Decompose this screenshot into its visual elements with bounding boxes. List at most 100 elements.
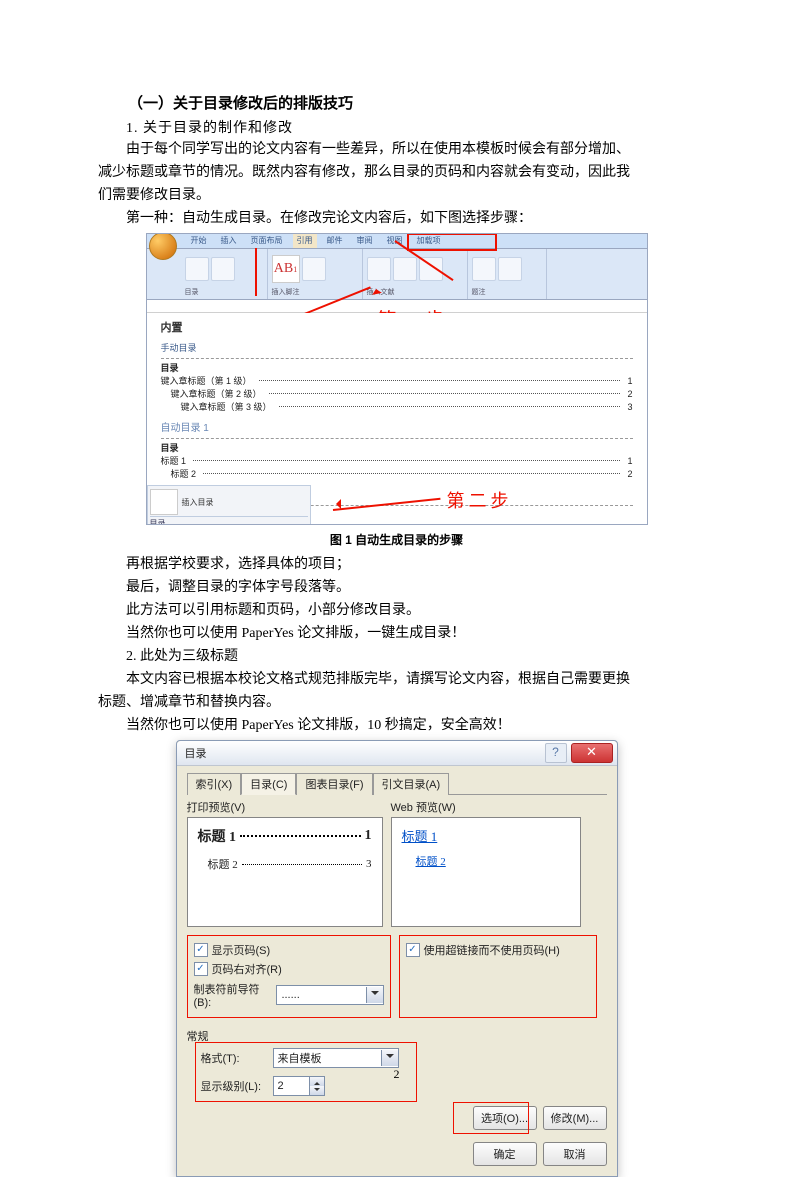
checkbox-label: 显示页码(S): [212, 942, 271, 958]
red-annotation-line: [255, 248, 257, 296]
tab-leader-combo[interactable]: ......: [276, 985, 383, 1005]
red-highlight-box: ✓ 显示页码(S) ✓ 页码右对齐(R) 制表符前导符(B): ......: [187, 935, 391, 1018]
ribbon: 目录 AB1 插入脚注 插入文献: [147, 249, 647, 300]
dialog-tabs: 索引(X) 目录(C) 图表目录(F) 引文目录(A): [187, 772, 607, 795]
ribbon-group-label: 目录: [185, 287, 263, 297]
ribbon-button: [211, 257, 235, 281]
sub-heading-1: 1. 关于目录的制作和修改: [98, 117, 695, 137]
toc-page: 3: [627, 402, 632, 412]
tab-index[interactable]: 索引(X): [187, 773, 242, 795]
paragraph-line: 再根据学校要求，选择具体的项目；: [98, 554, 695, 575]
format-label: 格式(T):: [201, 1050, 267, 1066]
toc-dropdown-icon: [185, 257, 209, 281]
paragraph-line: 此方法可以引用标题和页码，小部分修改目录。: [98, 600, 695, 621]
checkbox-hyperlinks[interactable]: ✓: [406, 943, 420, 957]
tab-figures[interactable]: 图表目录(F): [296, 773, 372, 795]
paragraph-line: 标题、增减章节和替换内容。: [98, 692, 695, 713]
toc-row: 键入章标题（第 2 级）: [171, 387, 262, 400]
tab: 视图: [383, 234, 407, 248]
office-button-icon: [149, 233, 177, 260]
chevron-down-icon: [366, 987, 383, 1003]
toc-preset-label: 手动目录: [161, 341, 633, 354]
dialog-title: 目录: [185, 745, 207, 761]
print-preview-box: 标题 1 1 标题 2 3: [187, 817, 383, 927]
modify-button[interactable]: 修改(M)...: [543, 1106, 607, 1130]
tab: 插入: [217, 234, 241, 248]
toc-preview-title: 目录: [161, 441, 633, 454]
format-combo[interactable]: 来自模板: [273, 1048, 399, 1068]
ribbon-group-label: 题注: [472, 287, 542, 297]
web-preview-heading-2: 标题 2: [416, 853, 570, 869]
options-button[interactable]: 选项(O)...: [473, 1106, 537, 1130]
combo-value: 来自模板: [278, 1050, 322, 1066]
cancel-button[interactable]: 取消: [543, 1142, 607, 1166]
tab-citations[interactable]: 引文目录(A): [373, 773, 450, 795]
tab-leader-label: 制表符前导符(B):: [194, 981, 271, 1009]
preview-heading-2: 标题 2: [208, 856, 238, 872]
checkbox-show-page[interactable]: ✓: [194, 943, 208, 957]
checkbox-label: 页码右对齐(R): [212, 961, 282, 977]
page: （一）关于目录修改后的排版技巧 1. 关于目录的制作和修改 由于每个同学写出的论…: [0, 0, 793, 1122]
paragraph-line: 当然你也可以使用 PaperYes 论文排版，一键生成目录！: [98, 623, 695, 644]
paragraph-line: 当然你也可以使用 PaperYes 论文排版，10 秒搞定，安全高效！: [98, 715, 695, 736]
toc-page: 2: [627, 389, 632, 399]
ribbon-button: [419, 257, 443, 281]
paragraph-line: 由于每个同学写出的论文内容有一些差异，所以在使用本模板时候会有部分增加、: [98, 139, 695, 160]
checkbox-label: 使用超链接而不使用页码(H): [424, 942, 560, 958]
section-heading: （一）关于目录修改后的排版技巧: [98, 92, 695, 113]
paragraph-line: 们需要修改目录。: [98, 185, 695, 206]
spin-down-icon[interactable]: [310, 1086, 324, 1095]
ribbon-tabs: 开始 插入 页面布局 引用 邮件 审阅 视图 加载项: [147, 234, 647, 249]
ribbon-button: [302, 257, 326, 281]
general-label: 常规: [187, 1028, 607, 1044]
web-preview-heading-1: 标题 1: [402, 826, 570, 845]
print-preview-label: 打印预览(V): [187, 799, 383, 815]
dialog-titlebar: 目录 ? ✕: [177, 741, 617, 766]
paragraph-line: 减少标题或章节的情况。既然内容有修改，那么目录的页码和内容就会有变动，因此我: [98, 162, 695, 183]
toc-preview: 目录 键入章标题（第 1 级） 1 键入章标题（第 2 级） 2 键入章标题（第 3…: [161, 358, 633, 413]
paragraph-line: 最后，调整目录的字体字号段落等。: [98, 577, 695, 598]
panel-footer-label: 目录: [150, 516, 308, 525]
tab-active: 引用: [293, 234, 317, 248]
tab: 页面布局: [247, 234, 287, 248]
page-number: 2: [0, 1067, 793, 1082]
red-highlight-box: [407, 233, 497, 251]
toc-page: 1: [627, 456, 632, 466]
web-preview-box: 标题 1 标题 2: [391, 817, 581, 927]
toc-row: 标题 2: [171, 467, 197, 480]
footnote-icon: AB1: [272, 255, 300, 283]
toc-row: 键入章标题（第 1 级）: [161, 374, 252, 387]
toc-preview-title: 目录: [161, 361, 633, 374]
insert-toc-label: 插入目录: [182, 497, 214, 508]
tab: 邮件: [323, 234, 347, 248]
combo-value: ......: [281, 989, 299, 1001]
help-icon[interactable]: ?: [545, 743, 567, 763]
chevron-down-icon: [381, 1050, 398, 1066]
tab-toc[interactable]: 目录(C): [241, 773, 296, 795]
preview-page: 1: [365, 828, 372, 844]
toc-gallery: 内置 手动目录 目录 键入章标题（第 1 级） 1 键入章标题（第 2 级） 2 键…: [147, 313, 647, 525]
web-preview-label: Web 预览(W): [391, 799, 581, 815]
checkbox-right-align[interactable]: ✓: [194, 962, 208, 976]
toc-dialog: 目录 ? ✕ 索引(X) 目录(C) 图表目录(F) 引文目录(A) 打印预览(…: [176, 740, 618, 1177]
ribbon-group-label: 插入脚注: [272, 287, 358, 297]
toc-preset-label: 自动目录 1: [161, 419, 633, 434]
preview-page: 3: [366, 858, 372, 870]
toc-preview: 目录 标题 11 标题 22: [161, 438, 633, 480]
insert-toc-panel: 插入目录 目录: [147, 485, 311, 525]
figure-word-ribbon: 开始 插入 页面布局 引用 邮件 审阅 视图 加载项 目录: [146, 233, 648, 525]
toc-page: 1: [627, 376, 632, 386]
preview-heading-1: 标题 1: [198, 826, 237, 846]
figure-caption: 图 1 自动生成目录的步骤: [98, 531, 695, 548]
toc-row: 标题 1: [161, 454, 187, 467]
toc-icon: [150, 489, 178, 515]
tab: 开始: [187, 234, 211, 248]
tab: 审阅: [353, 234, 377, 248]
sub-heading-2: 2. 此处为三级标题: [98, 646, 695, 667]
ribbon-button: [367, 257, 391, 281]
red-arrow-icon: [333, 491, 443, 519]
gallery-section-label: 内置: [161, 319, 633, 335]
toc-row: 键入章标题（第 3 级）: [181, 400, 272, 413]
close-icon[interactable]: ✕: [571, 743, 613, 763]
ok-button[interactable]: 确定: [473, 1142, 537, 1166]
